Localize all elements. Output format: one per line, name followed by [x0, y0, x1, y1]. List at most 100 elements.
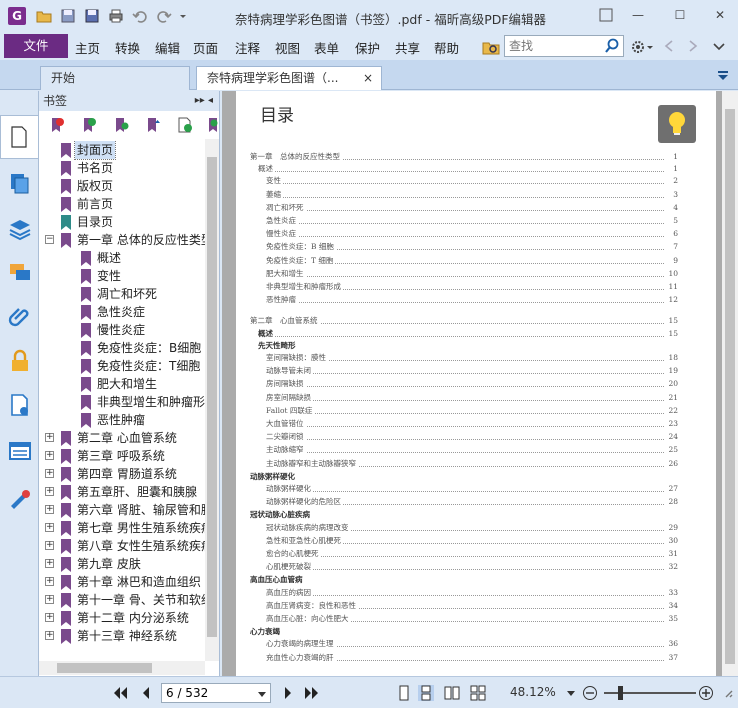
toc-entry[interactable]: 第一章 总体的反应性类型 1	[250, 151, 678, 163]
add-child-bookmark-icon[interactable]	[113, 117, 129, 133]
toc-entry[interactable]: 房室间隔缺损 21	[266, 391, 678, 404]
destinations-icon[interactable]	[8, 439, 32, 463]
toc-entry[interactable]: 萎缩 3	[266, 188, 678, 201]
page-number-input[interactable]	[166, 684, 256, 702]
zoom-level[interactable]: 48.12%	[510, 685, 556, 699]
redo-icon[interactable]	[156, 8, 172, 24]
new-bookmark-from-page-icon[interactable]	[177, 117, 193, 133]
toc-entry[interactable]: 凋亡和坏死 4	[266, 201, 678, 214]
toc-entry[interactable]: 冠状动脉疾病的病理改变 29	[266, 521, 678, 534]
toc-entry[interactable]: 愈合的心肌梗死 31	[266, 548, 678, 560]
layers-icon[interactable]	[8, 217, 32, 241]
menu-form[interactable]: 表单	[314, 38, 339, 57]
bookmark-panel-tab[interactable]	[0, 115, 38, 159]
single-page-view-icon[interactable]	[396, 685, 412, 701]
toc-entry[interactable]: 动脉粥样硬化 27	[266, 483, 678, 495]
tab-document[interactable]: 奈特病理学彩色图谱（... ×	[196, 66, 382, 90]
toc-entry[interactable]: 概述 15	[258, 327, 678, 340]
menu-edit[interactable]: 编辑	[155, 38, 180, 57]
comments-icon[interactable]	[8, 261, 32, 285]
menu-share[interactable]: 共享	[395, 38, 420, 57]
expand-icon[interactable]: +	[45, 505, 54, 514]
security-lock-icon[interactable]	[8, 349, 32, 373]
panel-collapse-controls[interactable]: ▸▸ ◂	[195, 91, 213, 111]
toc-entry[interactable]: 急性和亚急性心肌梗死 30	[266, 534, 678, 547]
close-tab-icon[interactable]: ×	[363, 67, 373, 89]
pdf-page[interactable]: 目录 第一章 总体的反应性类型 1 概述 1 变性 2 萎缩 3 凋亡和坏死 4 急性炎症 5 慢性炎症…	[236, 91, 716, 676]
save-as-icon[interactable]	[84, 8, 100, 24]
toc-entry[interactable]: 非典型增生和肿瘤形成 11	[266, 281, 678, 293]
promote-bookmark-icon[interactable]	[145, 117, 161, 133]
zoom-dropdown-icon[interactable]	[566, 685, 576, 701]
last-page-icon[interactable]	[304, 685, 320, 701]
toc-entry[interactable]: 室间隔缺损：膜性 18	[266, 352, 678, 364]
content-properties-icon[interactable]	[8, 393, 32, 417]
zoom-out-icon[interactable]	[582, 685, 598, 701]
collapse-ribbon-icon[interactable]	[712, 39, 726, 53]
tab-start[interactable]: 开始	[40, 66, 190, 90]
collapse-icon[interactable]: −	[45, 235, 54, 244]
search-icon[interactable]	[604, 38, 620, 54]
expand-icon[interactable]: +	[45, 523, 54, 532]
toc-entry[interactable]: 主动脉缩窄 25	[266, 444, 678, 457]
expand-icon[interactable]: +	[45, 577, 54, 586]
search-input[interactable]	[509, 37, 601, 55]
continuous-view-icon[interactable]	[418, 685, 434, 701]
facing-view-icon[interactable]	[444, 685, 460, 701]
pages-icon[interactable]	[8, 171, 32, 195]
continuous-facing-view-icon[interactable]	[470, 685, 486, 701]
document-vertical-scrollbar[interactable]	[722, 91, 738, 676]
fullscreen-icon[interactable]	[596, 6, 616, 24]
expand-icon[interactable]: +	[45, 451, 54, 460]
toc-entry[interactable]: 充血性心力衰竭的肝 37	[266, 651, 678, 664]
toc-entry[interactable]: 高血压肾病变：良性和恶性 34	[266, 599, 678, 612]
bookmark-hscroll-thumb[interactable]	[57, 663, 152, 673]
next-result-icon[interactable]	[686, 39, 700, 53]
expand-icon[interactable]: +	[45, 541, 54, 550]
previous-result-icon[interactable]	[662, 39, 676, 53]
toc-entry[interactable]: 大血管错位 23	[266, 418, 678, 430]
expand-icon[interactable]: +	[45, 631, 54, 640]
settings-gear-icon[interactable]	[630, 38, 654, 56]
menu-protect[interactable]: 保护	[355, 38, 380, 57]
toc-entry[interactable]: 高血压心血管病	[250, 574, 678, 587]
toc-entry[interactable]: 心力衰竭的病理生理 36	[266, 638, 678, 651]
expand-icon[interactable]: +	[45, 613, 54, 622]
toc-entry[interactable]: 动脉粥样硬化的危险区 28	[266, 496, 678, 509]
toc-entry[interactable]: 二尖瓣闭锁 24	[266, 431, 678, 444]
menu-view[interactable]: 视图	[275, 38, 300, 57]
save-icon[interactable]	[60, 8, 76, 24]
toc-entry[interactable]: 高血压的病因 33	[266, 586, 678, 599]
toc-entry[interactable]: 变性 2	[266, 175, 678, 188]
tab-list-dropdown-icon[interactable]	[716, 68, 730, 82]
menu-annotate[interactable]: 注释	[235, 38, 260, 57]
open-folder-icon[interactable]	[36, 8, 52, 24]
toc-entry[interactable]: 第二章 心血管系统 15	[250, 315, 678, 328]
toc-entry[interactable]: 急性炎症 5	[266, 215, 678, 227]
toc-entry[interactable]: 房间隔缺损 20	[266, 378, 678, 391]
bookmark-scroll-thumb[interactable]	[207, 157, 217, 637]
toc-entry[interactable]: 高血压心脏：向心性肥大 35	[266, 613, 678, 625]
expand-icon[interactable]: +	[45, 469, 54, 478]
toc-entry[interactable]: 肥大和增生 10	[266, 267, 678, 280]
find-folder-icon[interactable]	[482, 38, 500, 56]
file-menu-button[interactable]: 文件	[4, 34, 68, 58]
toc-entry[interactable]: 概述 1	[258, 163, 678, 176]
toc-entry[interactable]: 恶性肿瘤 12	[266, 294, 678, 307]
undo-icon[interactable]	[132, 8, 148, 24]
toc-entry[interactable]: 主动脉瓣窄和主动脉瓣狭窄 26	[266, 457, 678, 470]
add-bookmark-icon[interactable]	[81, 117, 97, 133]
resize-grip-icon[interactable]	[720, 685, 734, 701]
menu-help[interactable]: 帮助	[434, 38, 459, 57]
page-dropdown-icon[interactable]	[257, 690, 267, 698]
first-page-icon[interactable]	[112, 685, 128, 701]
zoom-slider-thumb[interactable]	[618, 686, 623, 700]
maximize-button[interactable]: ☐	[670, 6, 690, 24]
signature-icon[interactable]	[8, 485, 32, 509]
document-scroll-thumb[interactable]	[725, 109, 735, 664]
customize-dropdown-icon[interactable]	[178, 8, 188, 24]
attachments-icon[interactable]	[8, 305, 32, 329]
previous-page-icon[interactable]	[138, 685, 154, 701]
bookmark-vertical-scrollbar[interactable]	[205, 139, 219, 661]
expand-icon[interactable]: +	[45, 595, 54, 604]
